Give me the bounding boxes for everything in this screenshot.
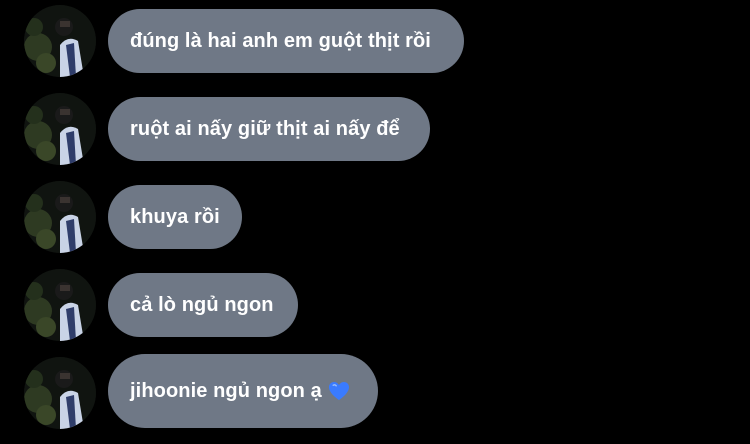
avatar-photo-icon: [24, 93, 96, 165]
message-row: cả lò ngủ ngon: [0, 269, 750, 341]
message-bubble[interactable]: khuya rồi: [108, 185, 242, 249]
avatar[interactable]: [24, 181, 96, 253]
avatar[interactable]: [24, 93, 96, 165]
avatar-photo-icon: [24, 181, 96, 253]
message-text: jihoonie ngủ ngon ạ: [130, 379, 322, 402]
message-text: cả lò ngủ ngon: [130, 293, 274, 316]
blue-heart-icon: [328, 381, 350, 401]
avatar[interactable]: [24, 269, 96, 341]
message-bubble[interactable]: cả lò ngủ ngon: [108, 273, 298, 337]
avatar-photo-icon: [24, 5, 96, 77]
message-row: jihoonie ngủ ngon ạ: [0, 354, 750, 429]
message-text: khuya rồi: [130, 205, 220, 228]
message-bubble[interactable]: jihoonie ngủ ngon ạ: [108, 354, 378, 428]
message-text: ruột ai nấy giữ thịt ai nấy để: [130, 117, 400, 140]
message-row: khuya rồi: [0, 181, 750, 253]
message-text: đúng là hai anh em guột thịt rồi: [130, 29, 431, 52]
message-bubble[interactable]: ruột ai nấy giữ thịt ai nấy để: [108, 97, 430, 161]
message-row: đúng là hai anh em guột thịt rồi: [0, 5, 750, 77]
message-bubble[interactable]: đúng là hai anh em guột thịt rồi: [108, 9, 464, 73]
avatar[interactable]: [24, 5, 96, 77]
avatar-photo-icon: [24, 357, 96, 429]
avatar-photo-icon: [24, 269, 96, 341]
avatar[interactable]: [24, 357, 96, 429]
message-row: ruột ai nấy giữ thịt ai nấy để: [0, 93, 750, 165]
